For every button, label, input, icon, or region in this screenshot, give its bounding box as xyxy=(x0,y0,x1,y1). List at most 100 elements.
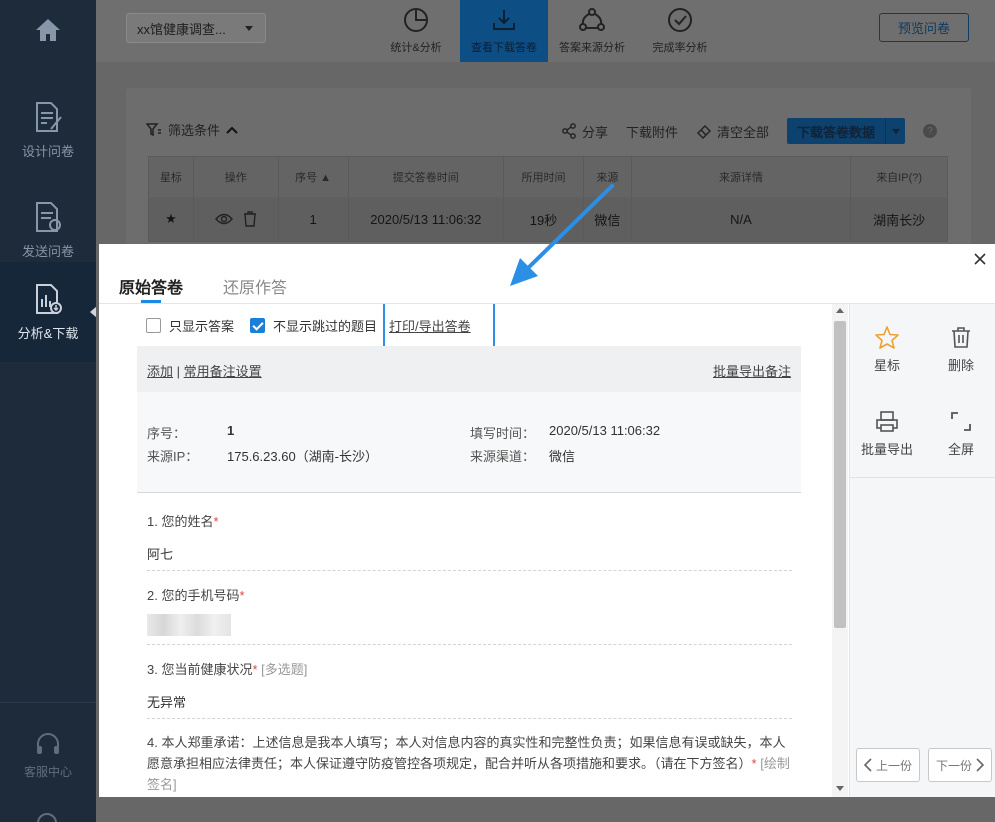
question-title: 3. 您当前健康状况 xyxy=(147,662,253,677)
share-label: 分享 xyxy=(582,124,609,140)
star-button[interactable]: 星标 xyxy=(852,326,922,386)
scroll-up-arrow[interactable] xyxy=(836,308,844,313)
question-type-hint: [多选题] xyxy=(261,662,308,677)
scroll-thumb[interactable] xyxy=(834,321,846,628)
chevron-right-icon xyxy=(976,758,984,772)
channel-label: 来源渠道： xyxy=(470,449,536,464)
row-ip: 湖南长沙 xyxy=(873,212,926,228)
send-survey-icon xyxy=(36,201,61,232)
table-actions: 分享 下载附件 清空全部 下载答卷数据 ? xyxy=(561,118,938,144)
col-actions: 操作 xyxy=(194,157,279,197)
tab-original-answer[interactable]: 原始答卷 xyxy=(119,274,183,298)
tab-label: 查看下载答卷 xyxy=(471,42,537,54)
design-survey-icon xyxy=(36,101,62,132)
check-circle-icon xyxy=(668,8,692,32)
tab-source-analysis[interactable]: 答案来源分析 xyxy=(548,0,636,62)
filter-toggle[interactable]: 筛选条件 xyxy=(146,120,238,139)
delete-button[interactable]: 删除 xyxy=(926,326,995,386)
support-center[interactable]: 客服中心 xyxy=(0,733,96,780)
question-title: 4. 本人郑重承诺：上述信息是我本人填写；本人对信息内容的真实性和完整性负责；如… xyxy=(147,735,786,771)
col-ip: 来自IP(?) xyxy=(876,172,923,184)
answers-table: 星标 操作 序号 ▲ 提交答卷时间 所用时间 来源 来源详情 来自IP(?) ★… xyxy=(148,156,948,242)
table-row[interactable]: ★ 1 2020/5/13 11:06:32 19秒 微信 N/A 湖南长沙 xyxy=(149,197,947,241)
tab-statistics[interactable]: 统计&分析 xyxy=(372,0,460,62)
divider xyxy=(850,477,995,478)
trash-icon[interactable] xyxy=(243,211,257,227)
row-source-detail: N/A xyxy=(632,197,852,241)
table-header: 星标 操作 序号 ▲ 提交答卷时间 所用时间 来源 来源详情 来自IP(?) xyxy=(149,157,947,197)
row-duration: 19秒 xyxy=(504,197,584,241)
chevron-down-icon[interactable] xyxy=(885,118,905,144)
common-note-settings-link[interactable]: 常用备注设置 xyxy=(184,364,262,379)
batch-export-notes-link[interactable]: 批量导出备注 xyxy=(713,361,791,380)
only-answers-checkbox[interactable] xyxy=(146,318,161,333)
eye-icon[interactable] xyxy=(214,213,233,225)
scroll-down-arrow[interactable] xyxy=(836,786,844,791)
share-button[interactable]: 分享 xyxy=(561,122,608,141)
fullscreen-icon xyxy=(951,412,971,431)
filter-icon xyxy=(146,122,161,136)
chevron-up-icon xyxy=(226,126,238,134)
headset-icon xyxy=(37,733,59,754)
required-mark: * xyxy=(213,514,219,529)
printer-icon xyxy=(876,411,898,432)
sidebar-footer: 客服中心 xyxy=(0,702,96,822)
col-star: 星标 xyxy=(149,157,194,197)
top-navigation: xx馆健康调查... 统计&分析 查看下载答卷 答案来源分析 完成率分析 预览问… xyxy=(96,0,995,62)
hide-skipped-checkbox[interactable] xyxy=(250,318,266,333)
help-icon[interactable]: ? xyxy=(923,124,938,138)
download-data-label: 下载答卷数据 xyxy=(797,124,876,140)
question-2: 2. 您的手机号码* xyxy=(147,585,792,639)
col-seq[interactable]: 序号 ▲ xyxy=(279,157,349,197)
next-answer-button[interactable]: 下一份 xyxy=(928,748,992,782)
tab-label: 统计&分析 xyxy=(390,42,442,54)
download-attachments-button[interactable]: 下载附件 xyxy=(626,122,678,141)
note-divider: | xyxy=(176,364,181,379)
support-label: 客服中心 xyxy=(23,765,72,779)
download-icon xyxy=(493,10,515,30)
divider xyxy=(147,644,792,645)
home-button[interactable] xyxy=(0,0,96,60)
star-icon[interactable]: ★ xyxy=(149,197,194,241)
tab-restore-answer[interactable]: 还原作答 xyxy=(223,274,287,298)
note-bar: 添加 | 常用备注设置 批量导出备注 xyxy=(137,346,801,392)
content-scrollbar[interactable] xyxy=(832,304,848,797)
fill-time-value: 2020/5/13 11:06:32 xyxy=(549,423,661,438)
prev-answer-button[interactable]: 上一份 xyxy=(856,748,920,782)
sidebar-item-design[interactable]: 设计问卷 xyxy=(0,80,96,180)
divider xyxy=(147,718,792,719)
fill-time-label: 填写时间： xyxy=(470,426,536,441)
modal-tabs: 原始答卷 还原作答 xyxy=(99,244,995,304)
col-source-detail: 来源详情 xyxy=(632,157,852,197)
filter-label: 筛选条件 xyxy=(168,123,221,138)
ip-value: 175.6.23.60（湖南-长沙） xyxy=(227,449,379,464)
question-answer: 无异常 xyxy=(147,695,187,710)
col-submit-time: 提交答卷时间 xyxy=(349,157,505,197)
col-source: 来源 xyxy=(584,157,632,197)
survey-selector[interactable]: xx馆健康调查... xyxy=(126,13,266,43)
batch-export-label: 批量导出 xyxy=(860,442,913,457)
delete-label: 删除 xyxy=(947,358,974,373)
answer-detail-modal: 原始答卷 还原作答 只显示答案 不显示跳过的题目 打印/导出答卷 添加 | 常用… xyxy=(99,244,995,797)
answer-info: 序号： 1 填写时间： 2020/5/13 11:06:32 来源IP： 175… xyxy=(137,392,801,493)
home-icon xyxy=(36,19,60,41)
next-label: 下一份 xyxy=(935,758,972,773)
ip-label: 来源IP： xyxy=(147,449,199,464)
answer-side-actions: 星标 删除 批量导出 全屏 上一份 下一份 xyxy=(849,304,995,797)
sidebar-item-analyze[interactable]: 分析&下载 xyxy=(0,262,97,362)
download-data-button[interactable]: 下载答卷数据 xyxy=(787,118,906,144)
sidebar-item-label: 分析&下载 xyxy=(17,325,79,341)
batch-export-button[interactable]: 批量导出 xyxy=(852,410,922,470)
pie-chart-icon xyxy=(404,8,428,32)
tab-label: 答案来源分析 xyxy=(559,42,625,54)
preview-survey-button[interactable]: 预览问卷 xyxy=(879,13,969,42)
clear-all-button[interactable]: 清空全部 xyxy=(696,122,769,141)
row-source: 微信 xyxy=(584,197,632,241)
prev-label: 上一份 xyxy=(875,758,912,773)
tab-completion-rate[interactable]: 完成率分析 xyxy=(636,0,724,62)
tab-view-download[interactable]: 查看下载答卷 xyxy=(460,0,548,62)
question-1: 1. 您的姓名* 阿七 xyxy=(147,511,792,563)
add-note-link[interactable]: 添加 xyxy=(147,364,173,379)
survey-name: xx馆健康调查... xyxy=(137,21,226,37)
fullscreen-button[interactable]: 全屏 xyxy=(926,410,995,470)
